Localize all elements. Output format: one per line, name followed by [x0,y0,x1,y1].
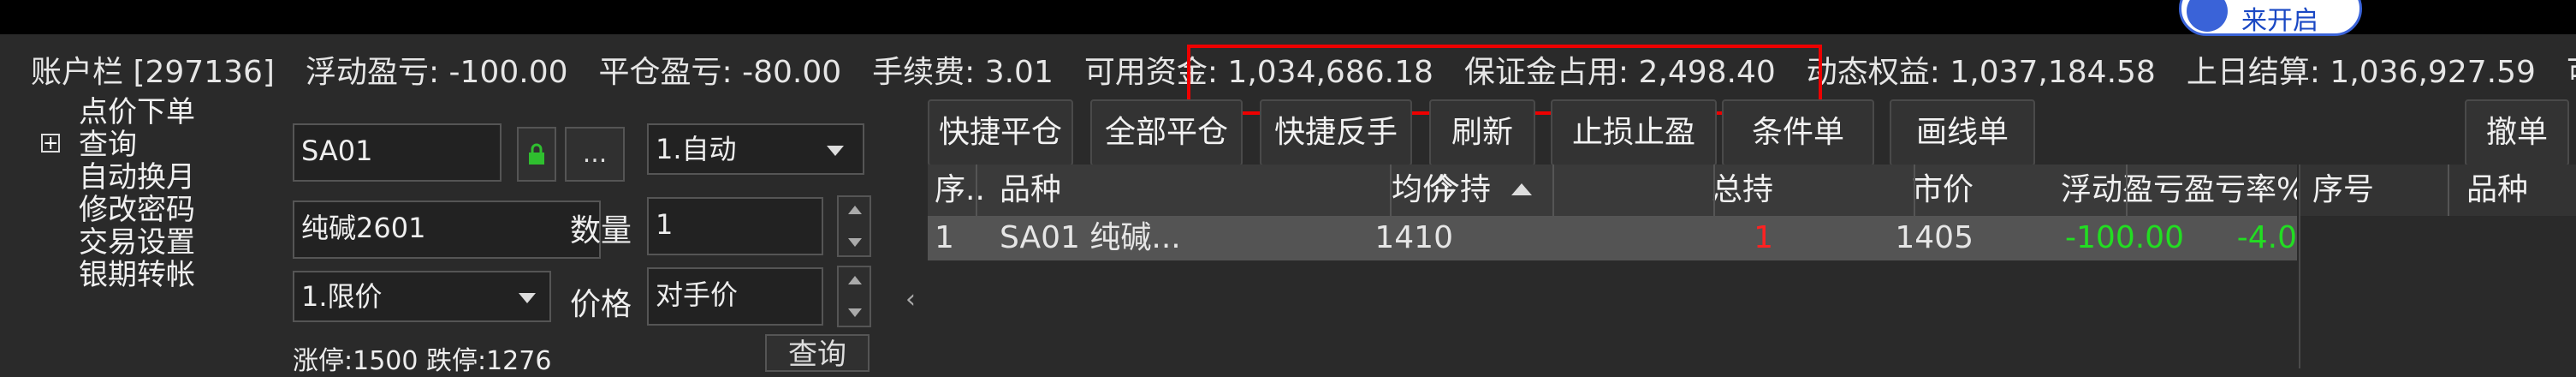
contract-name-field[interactable]: 纯碱2601 [293,200,601,259]
menu-item-transfer[interactable]: 银期转帐 [34,259,195,291]
lock-icon [529,143,544,165]
quick-reverse-button[interactable]: 快捷反手 [1260,99,1412,166]
sort-ascending-icon [1511,183,1532,195]
col-market[interactable]: 市价 [1837,165,1974,216]
quantity-label: 数量 [570,213,632,248]
price-limits: 涨停:1500 跌停:1276 [293,346,552,376]
col-divider [976,165,977,216]
col-divider [1713,165,1715,216]
conditional-order-button[interactable]: 条件单 [1722,99,1874,166]
menu-item-rollover[interactable]: 自动换月 [34,161,195,194]
price-label: 价格 [570,287,632,322]
stop-loss-button[interactable]: 止损止盈 [1551,99,1717,166]
row-pl-rate: -4.0 [2236,220,2297,255]
col-divider [2126,165,2128,216]
col-divider [1914,165,1915,216]
open-button-label: 来开启 [2241,6,2318,36]
line-order-button[interactable]: 画线单 [1890,99,2035,166]
collapse-panel-icon[interactable]: ‹ [905,284,916,314]
open-button[interactable]: 来开启 [2179,0,2362,36]
floating-pl: 浮动盈亏: -100.00 [305,55,568,90]
table-row[interactable]: 1 SA01 纯碱... 1410 1 1405 -100.00 -4.0 [928,216,2297,260]
col-divider [1390,165,1392,216]
orders-col-seq[interactable]: 序号 [2312,165,2415,216]
query-button[interactable]: 查询 [765,334,870,372]
col-total[interactable]: 总持 [1636,165,1773,216]
orders-header: 序号 品种 [2299,165,2576,216]
col-seq[interactable]: 序.. [935,165,986,216]
row-avg: 1410 [1374,220,1453,255]
more-button[interactable]: ... [565,127,625,182]
quick-close-button[interactable]: 快捷平仓 [928,99,1073,166]
close-all-button[interactable]: 全部平仓 [1090,99,1243,166]
row-market: 1405 [1895,220,1974,255]
row-symbol: SA01 纯碱... [1000,220,1181,255]
price-type-select[interactable]: 1.限价 [293,271,551,322]
menu-item-order[interactable]: 点价下单 [34,96,195,129]
user-avatar-icon [2187,0,2228,32]
price-stepper[interactable] [837,266,871,327]
closed-pl: 平仓盈亏: -80.00 [598,55,842,90]
menu-item-password[interactable]: 修改密码 [34,194,195,226]
panel-divider [2299,165,2300,368]
dynamic-equity: 动态权益: 1,037,184.58 [1806,55,2156,90]
positions-header: 序.. 品种 均价 今持 总持 市价 浮动盈亏 盈亏率% [928,165,2297,216]
expand-plus-icon[interactable]: + [41,134,60,153]
menu-item-settings[interactable]: 交易设置 [34,226,195,259]
account-id: 账户栏 [297136] [31,55,275,90]
chevron-down-icon [519,293,536,303]
orders-col-symbol[interactable]: 品种 [2466,165,2569,216]
quantity-stepper[interactable] [837,195,871,257]
row-pl: -100.00 [2065,220,2184,255]
fee: 手续费: 3.01 [872,55,1054,90]
col-symbol[interactable]: 品种 [1000,165,1171,216]
cancel-order-button[interactable]: 撤单 [2465,99,2569,166]
contract-code-input[interactable]: SA01 [293,123,502,182]
chevron-down-icon [827,146,844,156]
col-divider [2448,165,2449,216]
lock-button[interactable] [517,127,556,182]
col-divider [1552,165,1554,216]
truncated-text: 可 [2567,47,2576,92]
refresh-button[interactable]: 刷新 [1429,99,1535,166]
col-pl-rate[interactable]: 盈亏率% [2184,165,2297,216]
price-input[interactable]: 对手价 [647,267,823,326]
row-seq: 1 [935,220,954,255]
prev-settlement: 上日结算: 1,036,927.59 [2186,55,2536,90]
col-pl[interactable]: 浮动盈亏 [1979,165,2184,216]
quantity-input[interactable]: 1 [647,197,823,255]
side-menu: + 点价下单 查询 自动换月 修改密码 交易设置 银期转帐 [34,96,195,291]
row-total: 1 [1754,220,1773,255]
